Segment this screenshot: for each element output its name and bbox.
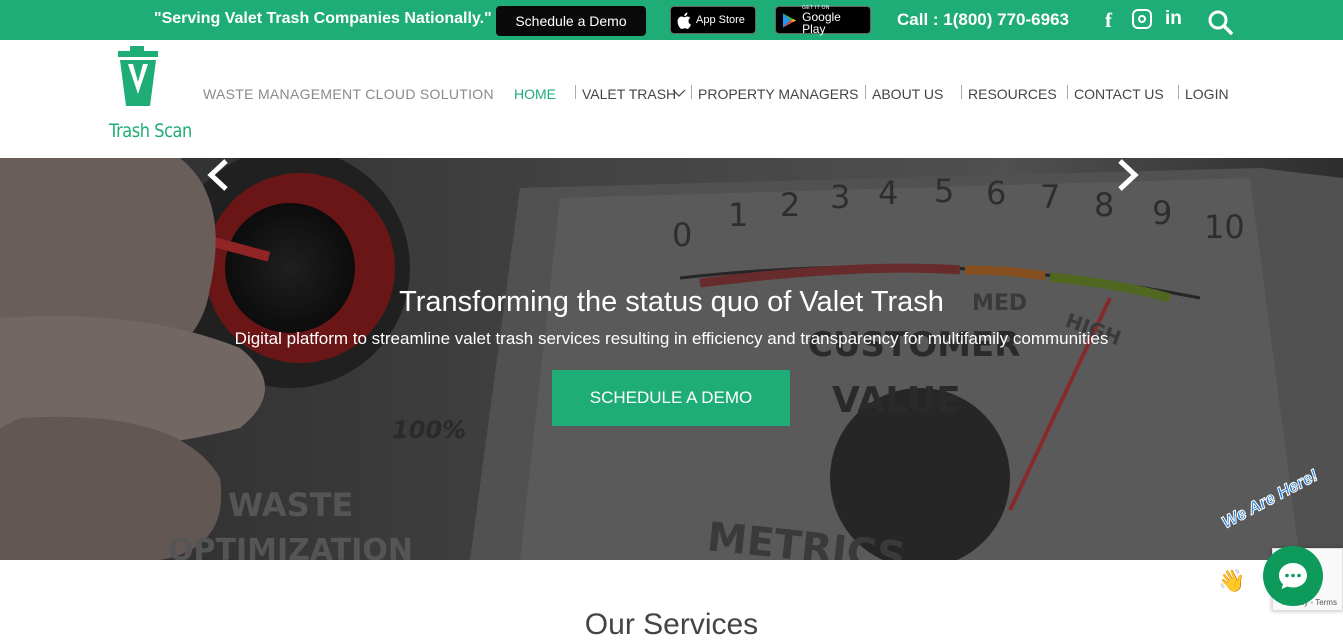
chevron-down-icon[interactable]	[672, 88, 686, 98]
logo-text: Trash Scan	[109, 120, 192, 142]
app-store-badge[interactable]: App Store	[670, 6, 756, 34]
nav-about-us[interactable]: ABOUT US	[872, 86, 943, 102]
nav-divider	[865, 85, 866, 99]
nav-valet-trash[interactable]: VALET TRASH	[582, 86, 676, 102]
hero-slider: MED HIGH CUSTOMER VALUE METRICS WASTE OP…	[0, 158, 1343, 560]
top-bar: "Serving Valet Trash Companies Nationall…	[0, 0, 1343, 40]
nav-divider	[961, 85, 962, 99]
nav-resources[interactable]: RESOURCES	[968, 86, 1057, 102]
svg-text:9: 9	[1152, 194, 1172, 232]
google-play-label: Google Play	[802, 9, 841, 36]
slogan: WASTE MANAGEMENT CLOUD SOLUTION	[203, 86, 494, 102]
gauge-waste-label: WASTE	[228, 486, 353, 524]
nav-login[interactable]: LOGIN	[1185, 86, 1229, 102]
services-title: Our Services	[584, 608, 759, 641]
search-icon[interactable]	[1207, 9, 1233, 35]
nav-divider	[691, 85, 692, 99]
google-play-badge[interactable]: GET IT ON Google Play	[775, 5, 871, 36]
call-phone[interactable]: Call : 1(800) 770-6963	[897, 10, 1069, 30]
waving-hand-icon: 👋	[1218, 568, 1246, 593]
svg-text:2: 2	[780, 186, 800, 224]
hero-title: Transforming the status quo of Valet Tra…	[399, 286, 944, 318]
nav-home[interactable]: HOME	[514, 86, 556, 102]
google-play-icon	[782, 12, 797, 28]
svg-text:1: 1	[728, 196, 748, 234]
apple-icon	[677, 12, 691, 29]
gauge-percent-label: 100%	[392, 416, 466, 444]
svg-text:0: 0	[672, 216, 692, 254]
nav-divider	[575, 85, 576, 99]
svg-text:4: 4	[878, 174, 898, 212]
gauge-optimization-label: OPTIMIZATION	[168, 533, 413, 560]
app-store-label: App Store	[696, 14, 745, 26]
nav-contact-us[interactable]: CONTACT US	[1074, 86, 1164, 102]
chat-launcher-button[interactable]	[1263, 546, 1323, 606]
instagram-icon[interactable]	[1132, 9, 1152, 29]
svg-text:10: 10	[1204, 208, 1245, 246]
nav-divider	[1178, 85, 1179, 99]
site-header: Trash Scan WASTE MANAGEMENT CLOUD SOLUTI…	[0, 40, 1343, 158]
svg-text:5: 5	[934, 172, 954, 210]
nav-divider	[1067, 85, 1068, 99]
linkedin-icon[interactable]: in	[1165, 8, 1182, 30]
svg-text:8: 8	[1094, 186, 1114, 224]
nav-property-managers[interactable]: PROPERTY MANAGERS	[698, 86, 859, 102]
schedule-demo-button[interactable]: Schedule a Demo	[496, 6, 646, 36]
gauge-value-label: VALUE	[832, 380, 961, 421]
slider-prev-arrow-icon[interactable]	[206, 158, 230, 192]
svg-text:3: 3	[830, 178, 850, 216]
hero-schedule-demo-button[interactable]: SCHEDULE A DEMO	[552, 370, 790, 426]
tagline: "Serving Valet Trash Companies Nationall…	[154, 10, 492, 27]
chat-icon	[1279, 563, 1307, 589]
hero-subtitle: Digital platform to streamline valet tra…	[234, 329, 1109, 348]
slider-next-arrow-icon[interactable]	[1116, 158, 1140, 192]
svg-text:7: 7	[1040, 178, 1060, 216]
hero-background-image: MED HIGH CUSTOMER VALUE METRICS WASTE OP…	[0, 158, 1343, 560]
svg-text:6: 6	[986, 174, 1006, 212]
facebook-icon[interactable]: f	[1105, 8, 1112, 33]
